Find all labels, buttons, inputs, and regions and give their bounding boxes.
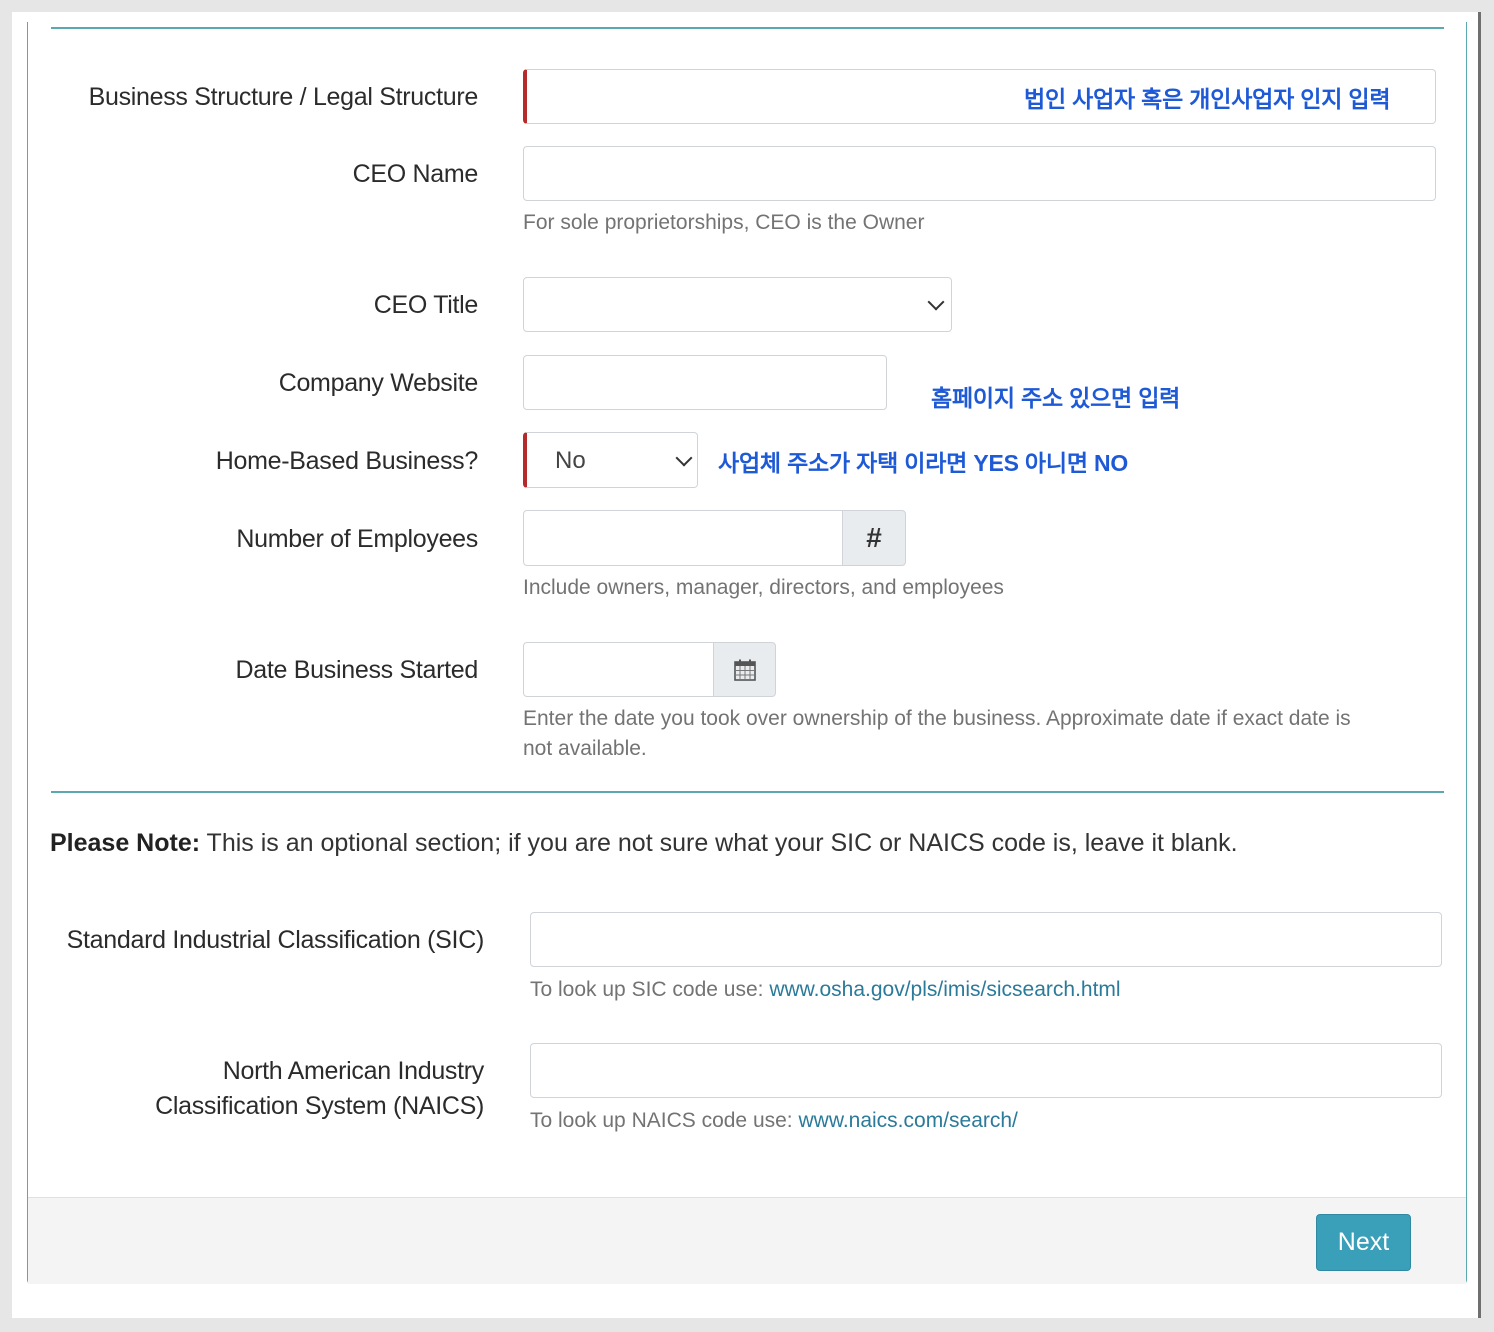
sic-help-prefix: To look up SIC code use: (530, 978, 770, 1001)
form-footer (28, 1197, 1466, 1284)
company-website-label: Company Website (278, 369, 479, 397)
ceo-name-label: CEO Name (352, 160, 479, 188)
ceo-name-input[interactable] (523, 146, 1436, 201)
section-divider (51, 791, 1444, 793)
calendar-icon (733, 659, 756, 681)
calendar-button[interactable] (713, 642, 776, 697)
naics-input[interactable] (530, 1043, 1442, 1098)
ceo-title-select[interactable] (523, 277, 952, 332)
date-started-help-line1: Enter the date you took over ownership o… (523, 707, 1351, 730)
home-based-select[interactable]: No (523, 432, 698, 488)
employees-help: Include owners, manager, directors, and … (523, 576, 1004, 599)
chevron-down-icon (675, 449, 693, 467)
ceo-name-help: For sole proprietorships, CEO is the Own… (523, 211, 925, 234)
sic-help: To look up SIC code use: www.osha.gov/pl… (530, 975, 1121, 1005)
naics-help: To look up NAICS code use: www.naics.com… (530, 1106, 1018, 1136)
home-based-value: No (555, 447, 586, 474)
ceo-title-label: CEO Title (373, 291, 479, 319)
naics-label-line1: North American Industry (222, 1057, 485, 1085)
note-bold: Please Note: (50, 829, 201, 857)
page-edge (1478, 12, 1481, 1318)
naics-help-link[interactable]: www.naics.com/search/ (798, 1109, 1017, 1132)
company-website-input[interactable] (523, 355, 887, 410)
hash-icon: # (842, 510, 906, 566)
date-started-input[interactable] (523, 642, 715, 697)
sic-help-link[interactable]: www.osha.gov/pls/imis/sicsearch.html (769, 978, 1120, 1001)
employees-label: Number of Employees (236, 525, 478, 553)
note-text: This is an optional section; if you are … (200, 829, 1238, 857)
date-started-label: Date Business Started (235, 656, 479, 684)
sic-label: Standard Industrial Classification (SIC) (66, 926, 485, 954)
home-based-annotation: 사업체 주소가 자택 이라면 YES 아니면 NO (718, 450, 1129, 476)
optional-section-note: Please Note: This is an optional section… (50, 829, 1238, 858)
top-divider (51, 27, 1444, 29)
next-button[interactable]: Next (1316, 1214, 1411, 1271)
business-structure-label: Business Structure / Legal Structure (88, 83, 479, 111)
chevron-down-icon (927, 293, 945, 311)
sic-input[interactable] (530, 912, 1442, 967)
home-based-label: Home-Based Business? (215, 447, 479, 475)
naics-help-prefix: To look up NAICS code use: (530, 1109, 799, 1132)
naics-label-line2: Classification System (NAICS) (155, 1092, 484, 1120)
business-structure-annotation: 법인 사업자 혹은 개인사업자 인지 입력 (1024, 86, 1391, 112)
date-started-help-line2: not available. (523, 737, 647, 760)
employees-input[interactable] (523, 510, 843, 566)
company-website-annotation: 홈페이지 주소 있으면 입력 (931, 385, 1181, 411)
